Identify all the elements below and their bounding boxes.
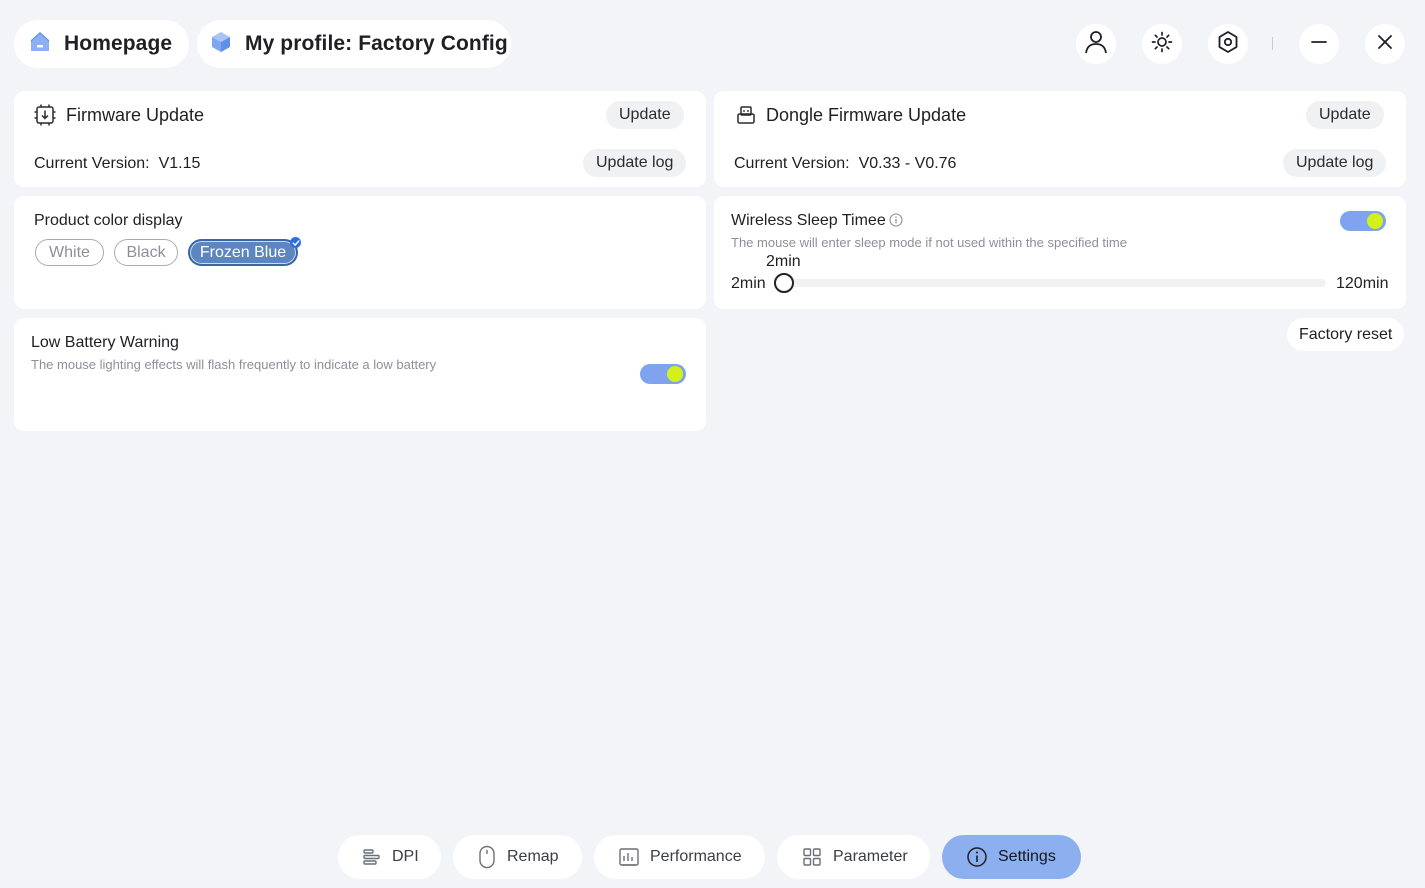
user-icon — [1083, 29, 1109, 60]
dongle-version-value: V0.33 - V0.76 — [858, 155, 957, 172]
firmware-version: Current Version: V1.15 — [34, 155, 200, 173]
sleep-min-label: 2min — [731, 275, 766, 292]
nav-dpi-label: DPI — [392, 848, 419, 865]
nav-parameter[interactable]: Parameter — [777, 835, 930, 879]
close-icon — [1376, 33, 1394, 56]
nav-performance-label: Performance — [650, 848, 742, 865]
color-display-title: Product color display — [34, 212, 183, 229]
brightness-button[interactable] — [1142, 24, 1182, 64]
chart-icon — [618, 846, 640, 868]
check-icon — [290, 237, 301, 248]
color-option-white[interactable]: White — [35, 239, 104, 266]
sleep-max-label: 120min — [1336, 275, 1389, 292]
battery-description: The mouse lighting effects will flash fr… — [31, 357, 437, 372]
dpi-icon — [362, 847, 382, 867]
dongle-card: Dongle Firmware Update Update Current Ve… — [714, 91, 1406, 187]
grid-icon — [801, 846, 823, 868]
tab-homepage-label: Homepage — [64, 32, 173, 55]
battery-toggle[interactable] — [640, 364, 686, 384]
tab-homepage[interactable]: Homepage — [14, 20, 189, 68]
nav-settings-label: Settings — [998, 848, 1056, 865]
home-icon — [28, 30, 52, 59]
info-icon[interactable] — [889, 213, 903, 232]
sleep-slider-track[interactable] — [784, 279, 1326, 287]
firmware-version-label: Current Version: — [34, 155, 150, 172]
nav-performance[interactable]: Performance — [594, 835, 765, 879]
brightness-icon — [1150, 30, 1174, 59]
nav-remap-label: Remap — [507, 848, 559, 865]
color-option-black[interactable]: Black — [114, 239, 178, 266]
dongle-icon — [736, 105, 756, 130]
settings-hex-icon — [1216, 30, 1240, 59]
dongle-update-button[interactable]: Update — [1306, 101, 1384, 129]
sleep-title: Wireless Sleep Timee — [731, 212, 886, 229]
dongle-title: Dongle Firmware Update — [766, 105, 967, 125]
sleep-slider-thumb[interactable] — [774, 273, 794, 293]
close-button[interactable] — [1365, 24, 1405, 64]
firmware-update-button[interactable]: Update — [606, 101, 684, 129]
sleep-toggle-knob — [1367, 213, 1383, 229]
dongle-version-label: Current Version: — [734, 155, 850, 172]
mouse-icon — [477, 845, 497, 869]
toolbar-divider — [1272, 37, 1273, 50]
factory-reset-button[interactable]: Factory reset — [1287, 318, 1405, 351]
sleep-description: The mouse will enter sleep mode if not u… — [731, 235, 1127, 250]
nav-parameter-label: Parameter — [833, 848, 908, 865]
dongle-version: Current Version: V0.33 - V0.76 — [734, 155, 956, 173]
info-circle-icon — [966, 846, 988, 868]
color-option-frozen-blue[interactable]: Frozen Blue — [188, 239, 298, 266]
battery-toggle-knob — [667, 366, 683, 382]
tab-profile-label: My profile: Factory Config — [245, 32, 508, 55]
dongle-update-log-button[interactable]: Update log — [1283, 149, 1387, 177]
tab-profile[interactable]: My profile: Factory Config — [197, 20, 511, 68]
firmware-title: Firmware Update — [66, 105, 205, 125]
user-button[interactable] — [1076, 24, 1116, 64]
nav-dpi[interactable]: DPI — [338, 835, 441, 879]
nav-remap[interactable]: Remap — [453, 835, 582, 879]
firmware-update-log-button[interactable]: Update log — [583, 149, 687, 177]
nav-settings[interactable]: Settings — [942, 835, 1081, 879]
minimize-icon — [1310, 33, 1328, 56]
minimize-button[interactable] — [1299, 24, 1339, 64]
sleep-toggle[interactable] — [1340, 211, 1386, 231]
sleep-current-value: 2min — [766, 253, 801, 270]
settings-button[interactable] — [1208, 24, 1248, 64]
firmware-card: Firmware Update Update Current Version: V… — [14, 91, 706, 187]
cube-icon — [209, 30, 233, 59]
chip-icon — [34, 104, 56, 131]
battery-title: Low Battery Warning — [31, 334, 179, 351]
firmware-version-value: V1.15 — [158, 155, 201, 172]
